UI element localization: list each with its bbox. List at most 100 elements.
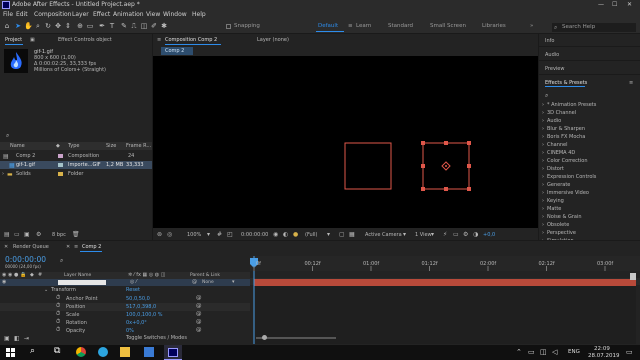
mask-visibility-icon[interactable]: ◰ <box>227 231 233 238</box>
menu-window[interactable]: Window <box>163 11 187 18</box>
orbit-camera-icon[interactable]: ↻ <box>44 22 52 31</box>
expression-pick-whip-icon[interactable]: @ <box>196 319 202 325</box>
trash-icon[interactable]: 🗑 <box>72 231 80 238</box>
resolution-dropdown[interactable]: (Full) <box>305 232 317 238</box>
effects-category-item[interactable]: › Distort <box>539 165 640 173</box>
layer-name-header[interactable]: Layer Name <box>64 273 91 278</box>
stopwatch-icon[interactable]: ⏱ <box>56 303 60 310</box>
tab-project[interactable]: Project <box>5 37 22 43</box>
workspace-small-screen[interactable]: Small Screen <box>430 23 466 29</box>
toggle-in-out-icon[interactable]: ⇥ <box>24 335 29 342</box>
workspace-libraries[interactable]: Libraries <box>482 23 506 29</box>
flowchart-icon[interactable]: ⚙ <box>463 231 468 238</box>
telegram-icon[interactable] <box>98 347 108 357</box>
menu-view[interactable]: View <box>146 11 160 18</box>
clone-stamp-icon[interactable]: ⎍ <box>130 22 138 31</box>
current-time-display[interactable]: 0:00:00:00 <box>5 255 46 264</box>
network-icon[interactable]: ▭ <box>528 348 535 356</box>
disclosure-triangle-icon[interactable]: › <box>542 118 544 124</box>
always-preview-icon[interactable]: ⊚ <box>157 231 162 238</box>
effects-category-item[interactable]: › 3D Channel <box>539 109 640 117</box>
file-explorer-icon[interactable] <box>120 347 130 357</box>
video-switch-icon[interactable]: ◉ <box>2 272 6 278</box>
tab-comp-2[interactable]: Comp 2 <box>82 244 101 250</box>
effects-presets-header[interactable]: Effects & Presets ≡ <box>539 76 640 89</box>
disclosure-triangle-icon[interactable]: › <box>542 198 544 204</box>
property-value[interactable]: 100,0,100,0 % <box>126 312 163 318</box>
region-of-interest-icon[interactable]: ▢ <box>339 231 345 238</box>
project-row[interactable]: › ▬ Solids Folder <box>0 170 152 178</box>
close-icon[interactable]: ✕ <box>627 1 632 8</box>
effects-category-item[interactable]: › Boris FX Mocha <box>539 133 640 141</box>
disclosure-triangle-icon[interactable]: › <box>2 171 4 177</box>
label-color-swatch[interactable] <box>58 154 63 158</box>
lock-switch-icon[interactable]: 🔒 <box>20 272 26 278</box>
grid-icon[interactable]: # <box>217 231 222 238</box>
pick-whip-icon[interactable]: @ <box>192 279 197 285</box>
selection-tool-icon[interactable]: ➤ <box>14 22 22 31</box>
disclosure-triangle-icon[interactable]: › <box>542 222 544 228</box>
chrome-icon[interactable] <box>76 347 86 357</box>
layer-row[interactable]: ◉ ◎ ⁄ @ None ▾ <box>0 279 250 286</box>
project-row[interactable]: ▤ Comp 2 Composition 24 <box>0 152 152 160</box>
tab-close-icon[interactable]: ✕ <box>66 244 70 250</box>
views-dropdown[interactable]: 1 View <box>415 232 432 238</box>
puppet-pin-icon[interactable]: ✱ <box>160 22 168 31</box>
chevron-down-icon[interactable]: ▾ <box>431 231 434 238</box>
pan-behind-icon[interactable]: ⊕ <box>76 22 84 31</box>
chevron-down-icon[interactable]: ▾ <box>232 279 235 285</box>
viewer-timecode[interactable]: 0:00:00:00 <box>241 232 268 238</box>
stopwatch-icon[interactable]: ⏱ <box>56 295 60 302</box>
reset-link[interactable]: Reset <box>126 287 140 293</box>
snapping-checkbox[interactable] <box>226 24 231 29</box>
property-value[interactable]: 0% <box>126 328 134 334</box>
timeline-search-input[interactable]: ⌕ <box>60 257 120 264</box>
menu-animation[interactable]: Animation <box>113 11 144 18</box>
chevron-down-icon[interactable]: ▾ <box>207 231 210 238</box>
menu-edit[interactable]: Edit <box>16 11 28 18</box>
minimize-icon[interactable]: — <box>598 1 604 8</box>
stopwatch-icon[interactable]: ⏱ <box>56 319 60 326</box>
shy-layer-icon[interactable]: ◎ ⁄ <box>130 279 137 285</box>
task-view-icon[interactable]: ⧉ <box>54 346 60 356</box>
volume-icon[interactable]: ◁ <box>552 348 557 356</box>
zoom-tool-icon[interactable]: ⌕ <box>34 22 42 31</box>
composition-canvas[interactable] <box>153 56 538 228</box>
maximize-icon[interactable]: ☐ <box>612 1 617 8</box>
effects-category-item[interactable]: › Keying <box>539 197 640 205</box>
effects-category-item[interactable]: › * Animation Presets <box>539 101 640 109</box>
stopwatch-icon[interactable]: ⏱ <box>56 311 60 318</box>
workspace-learn[interactable]: Learn <box>356 23 371 29</box>
dolly-camera-icon[interactable]: ⇕ <box>64 22 72 31</box>
timeline-graph-area[interactable]: 0f 00:12f 01:00f 01:12f 02:00f 02:12f 03:00f <box>250 256 640 344</box>
layer-name-field[interactable] <box>58 280 106 285</box>
disclosure-triangle-icon[interactable]: › <box>542 110 544 116</box>
effects-category-item[interactable]: › Noise & Grain <box>539 213 640 221</box>
home-icon[interactable]: ⌂ <box>3 22 11 31</box>
expression-pick-whip-icon[interactable]: @ <box>196 327 202 333</box>
disclosure-triangle-icon[interactable]: › <box>542 134 544 140</box>
expression-pick-whip-icon[interactable]: @ <box>196 303 202 309</box>
tab-menu-icon[interactable]: ≡ <box>74 244 78 250</box>
disclosure-triangle-icon[interactable]: › <box>542 174 544 180</box>
menu-layer[interactable]: Layer <box>72 11 89 18</box>
zoom-slider[interactable] <box>256 337 336 339</box>
project-settings-icon[interactable]: ⚙ <box>36 231 41 238</box>
zoom-slider-handle[interactable] <box>262 335 267 340</box>
2d-3d-icon[interactable]: ◎ <box>167 231 172 238</box>
property-value[interactable]: 50,0,50,0 <box>126 296 150 302</box>
transform-property-row[interactable]: ⏱ Scale 100,0,100,0 % @ <box>0 311 250 319</box>
audio-section[interactable]: Audio <box>539 48 640 61</box>
store-icon[interactable] <box>144 347 154 357</box>
menu-effect[interactable]: Effect <box>93 11 110 18</box>
type-tool-icon[interactable]: T <box>108 22 116 31</box>
transform-property-row[interactable]: ⏱ Rotation 0x+0,0° @ <box>0 319 250 327</box>
magnification-dropdown[interactable]: 100% <box>187 232 201 238</box>
new-composition-icon[interactable]: ▣ <box>24 231 30 238</box>
disclosure-triangle-icon[interactable]: › <box>542 142 544 148</box>
tab-close-icon[interactable]: ✕ <box>4 244 8 250</box>
chevron-down-icon[interactable]: ▾ <box>403 231 406 238</box>
after-effects-taskbar-icon[interactable] <box>164 345 182 360</box>
menu-composition[interactable]: Composition <box>34 11 71 18</box>
camera-snapshot-icon[interactable]: ◉ <box>273 231 278 238</box>
